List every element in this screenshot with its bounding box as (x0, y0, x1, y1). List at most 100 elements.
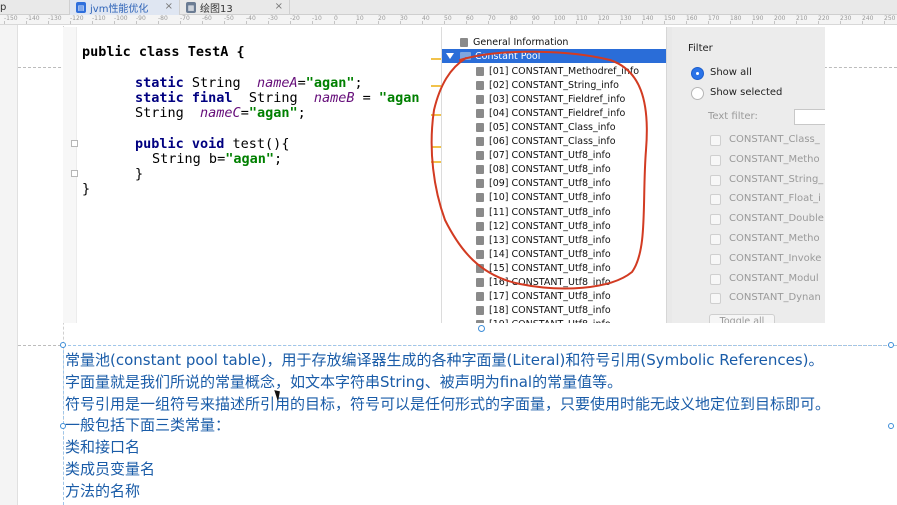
tab-p[interactable]: p (0, 0, 70, 15)
constant-type-checkbox[interactable] (710, 253, 721, 265)
ruler-tick (246, 21, 247, 24)
ruler-label: 230 (840, 15, 852, 22)
code-line: public void test(){ (135, 136, 290, 152)
constant-type-checkbox[interactable] (710, 214, 721, 226)
show-selected-radio[interactable] (691, 87, 704, 100)
tree-item-label: [11] CONSTANT_Utf8_info (489, 206, 611, 218)
file-icon (476, 137, 484, 146)
resize-handle[interactable] (478, 325, 485, 332)
ruler-tick (796, 21, 797, 24)
resize-handle[interactable] (60, 423, 66, 429)
tree-item-constant[interactable]: [11] CONSTANT_Utf8_info (442, 205, 667, 219)
ruler-tick (532, 21, 533, 24)
ruler-label: 80 (510, 15, 518, 22)
constant-type-checkbox[interactable] (710, 234, 721, 245)
tree-item-label: [01] CONSTANT_Methodref_info (489, 65, 640, 77)
ruler-label: 190 (752, 15, 764, 22)
ruler-tick (312, 21, 313, 24)
ruler-tick (290, 21, 291, 24)
code-line: String b="agan"; (152, 151, 283, 167)
tab-jvm[interactable]: ▤ jvm性能优化 × (70, 0, 180, 15)
file-icon (476, 207, 484, 217)
ruler-tick (730, 21, 731, 24)
tree-item-constant[interactable]: [12] CONSTANT_Utf8_info (442, 219, 667, 233)
tab-drawing[interactable]: ▦ 绘图13 × (180, 0, 290, 15)
vertical-ruler (0, 25, 18, 505)
file-icon (476, 263, 484, 273)
tree-item-constant[interactable]: [19] CONSTANT_Utf8_info (442, 318, 667, 323)
constant-type-checkbox[interactable] (710, 135, 721, 146)
text-filter-input[interactable] (794, 109, 825, 125)
tree-item-constant[interactable]: [07] CONSTANT_Utf8_info (442, 149, 667, 163)
show-all-radio[interactable] (691, 67, 704, 80)
tree-item-constant[interactable]: [14] CONSTANT_Utf8_info (442, 247, 667, 261)
ruler-tick (488, 21, 489, 24)
embedded-screenshot[interactable]: public class TestA { static String nameA… (63, 27, 825, 323)
constant-type-checkbox[interactable] (710, 293, 721, 305)
ruler-label: -150 (4, 15, 18, 22)
tree-item-general-information[interactable]: General Information (442, 35, 667, 49)
ruler-tick (136, 21, 137, 24)
resize-handle[interactable] (60, 342, 66, 348)
tree-item-constant[interactable]: [18] CONSTANT_Utf8_info (442, 304, 667, 318)
constant-type-checkbox[interactable] (710, 273, 721, 285)
expand-triangle-icon[interactable] (446, 53, 454, 59)
tree-item-label: [04] CONSTANT_Fieldref_info (489, 107, 626, 119)
toggle-all-button[interactable]: Toggle all (709, 314, 775, 323)
tree-item-constant[interactable]: [09] CONSTANT_Utf8_info (442, 177, 667, 191)
ruler-label: -60 (202, 15, 212, 22)
file-icon (476, 179, 484, 189)
text-line: 字面量就是我们所说的常量概念，如文本字符串String、被声明为final的常量… (65, 372, 623, 391)
close-icon[interactable]: × (165, 1, 173, 12)
ruler-label: 40 (422, 15, 430, 22)
resize-handle[interactable] (888, 423, 894, 429)
tree-item-constant[interactable]: [15] CONSTANT_Utf8_info (442, 261, 667, 275)
ruler-tick (642, 21, 643, 24)
constant-type-checkbox[interactable] (710, 154, 721, 166)
ruler-label: -70 (180, 15, 190, 22)
tree-item-constant[interactable]: [04] CONSTANT_Fieldref_info (442, 106, 667, 120)
ruler-label: 250 (884, 15, 896, 22)
ruler-label: 150 (664, 15, 676, 22)
ruler-tick (664, 21, 665, 24)
ruler-tick (4, 21, 5, 24)
tree-item-constant[interactable]: [05] CONSTANT_Class_info (442, 120, 667, 134)
ruler-tick (400, 21, 401, 24)
tree-item-constant[interactable]: [16] CONSTANT_Utf8_info (442, 276, 667, 290)
tree-item-label: [13] CONSTANT_Utf8_info (489, 234, 611, 246)
tree-item-label: [07] CONSTANT_Utf8_info (489, 150, 611, 162)
ruler-tick (620, 21, 621, 24)
class-structure-tree[interactable]: General Information Constant Pool [01] C… (441, 27, 667, 323)
tree-item-label: [08] CONSTANT_Utf8_info (489, 164, 611, 176)
close-icon[interactable]: × (275, 1, 283, 12)
tree-item-constant[interactable]: [01] CONSTANT_Methodref_info (442, 64, 667, 78)
code-line: } (135, 166, 144, 182)
tree-item-label: [10] CONSTANT_Utf8_info (489, 192, 611, 204)
constant-type-checkbox[interactable] (710, 194, 721, 206)
tree-item-constant[interactable]: [10] CONSTANT_Utf8_info (442, 191, 667, 205)
tree-item-constant[interactable]: [08] CONSTANT_Utf8_info (442, 163, 667, 177)
fold-icon (71, 140, 78, 147)
resize-handle[interactable] (888, 342, 894, 348)
tree-item-constant[interactable]: [03] CONSTANT_Fieldref_info (442, 92, 667, 106)
tree-item-constant[interactable]: [02] CONSTANT_String_info (442, 78, 667, 92)
text-box[interactable]: 常量池(constant pool table)，用于存放编译器生成的各种字面量… (63, 345, 896, 505)
tree-item-constant[interactable]: [13] CONSTANT_Utf8_info (442, 233, 667, 247)
ruler-label: 20 (378, 15, 386, 22)
ruler-tick (510, 21, 511, 24)
ruler-tick (378, 21, 379, 24)
tree-item-constant[interactable]: [06] CONSTANT_Class_info (442, 135, 667, 149)
tree-item-label: [19] CONSTANT_Utf8_info (489, 319, 611, 323)
ruler-tick (26, 21, 27, 24)
tree-item-constant-pool[interactable]: Constant Pool (442, 49, 667, 63)
ruler-label: 120 (598, 15, 610, 22)
file-icon (476, 80, 484, 90)
tree-item-constant[interactable]: [17] CONSTANT_Utf8_info (442, 290, 667, 304)
ruler-tick (840, 21, 841, 24)
constant-type-checkbox[interactable] (710, 174, 721, 186)
ruler-label: -120 (70, 15, 84, 22)
ruler-tick (70, 21, 71, 24)
file-icon (476, 278, 484, 287)
file-icon (476, 193, 484, 203)
ruler-label: 60 (466, 15, 474, 22)
